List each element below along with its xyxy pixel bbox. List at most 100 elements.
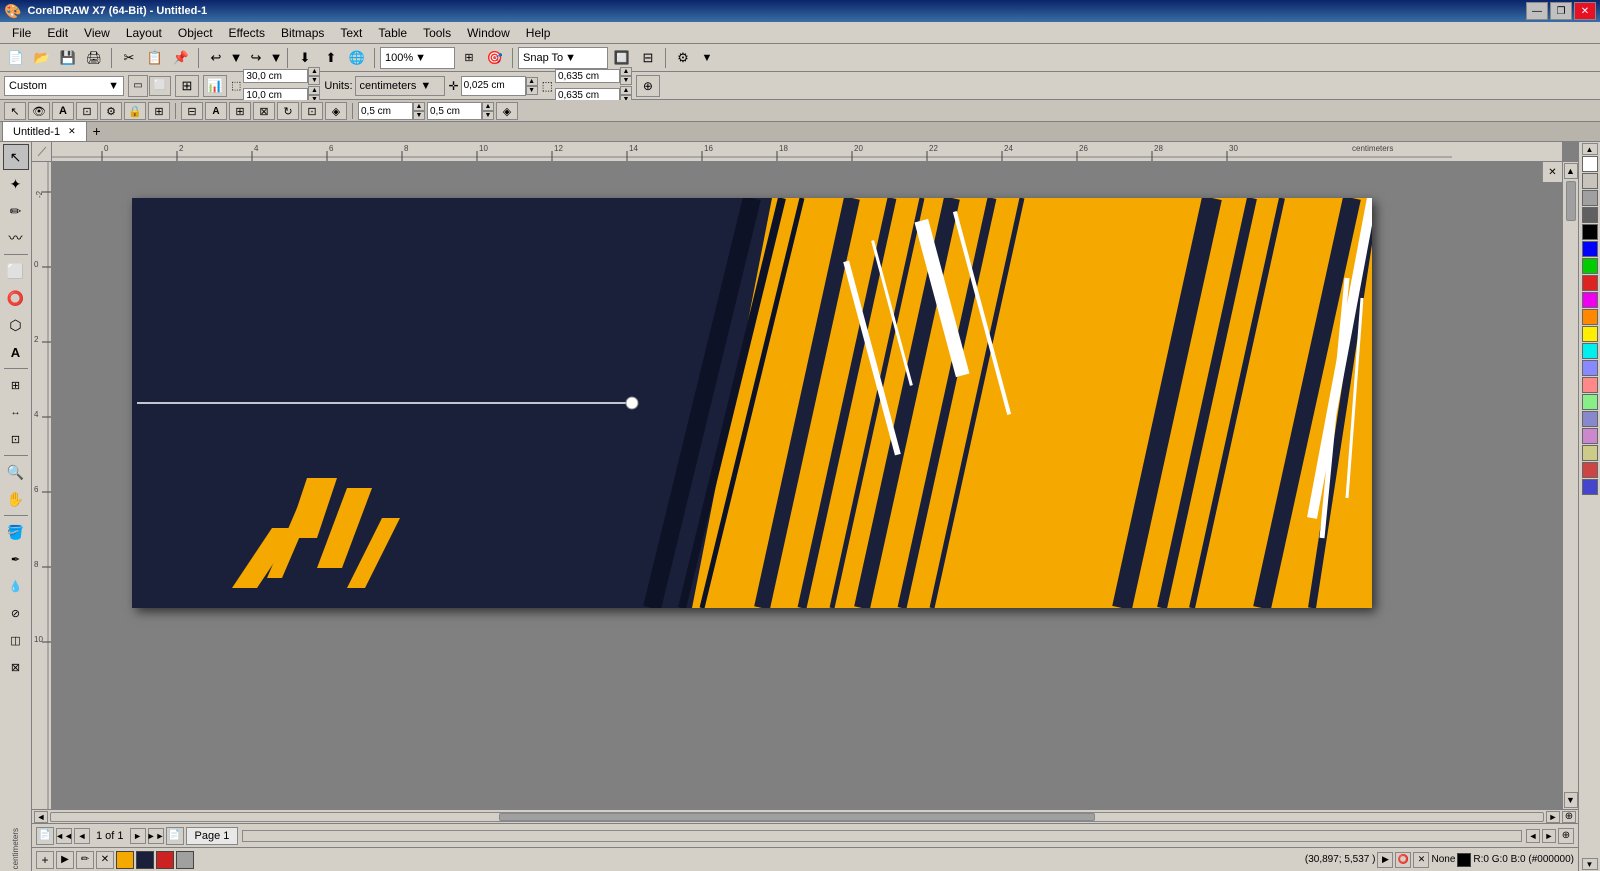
posx-down[interactable]: ▼ [413,111,425,120]
stop-btn[interactable]: ✕ [1413,852,1429,868]
restore-button[interactable]: ❐ [1550,2,1572,20]
page-first-btn[interactable]: ◄◄ [56,828,72,844]
width-down[interactable]: ▼ [308,76,320,85]
redo-button[interactable]: ↪ [244,47,268,69]
align-button[interactable]: ⊟ [636,47,660,69]
redo-arrow[interactable]: ▼ [270,47,282,69]
scroll-down-btn[interactable]: ▼ [1564,792,1578,808]
new-button[interactable]: 📄 [4,47,28,69]
tab-add-button[interactable]: + [87,121,107,141]
height-up[interactable]: ▲ [308,86,320,95]
page-tab-1[interactable]: Page 1 [186,827,239,845]
group-btn1[interactable]: ⊞ [148,102,170,120]
page-style-dropdown[interactable]: Custom ▼ [4,76,124,96]
shadow-tool[interactable]: ◫ [3,627,29,653]
width-up[interactable]: ▲ [308,67,320,76]
import-button[interactable]: ⬇ [293,47,317,69]
cut-button[interactable]: ✂ [117,47,141,69]
scroll-thumb-v[interactable] [1566,181,1576,221]
h-scroll-thumb[interactable] [50,812,1544,822]
swatch-lightred[interactable] [1582,377,1598,393]
extra-btn[interactable]: ◈ [496,102,518,120]
menu-object[interactable]: Object [170,22,221,44]
blend-tool[interactable]: ⊘ [3,600,29,626]
swatch-gray[interactable] [1582,190,1598,206]
swatch-pink[interactable] [1582,428,1598,444]
posx-up[interactable]: ▲ [413,102,425,111]
tool-options[interactable]: ▼ [697,47,717,69]
table-tool[interactable]: ⊞ [3,372,29,398]
publish-button[interactable]: 🌐 [345,47,369,69]
color-swatch3[interactable] [156,851,174,869]
hand-tool[interactable]: ✋ [3,486,29,512]
pencil-btn[interactable]: ✏ [76,851,94,869]
options-button[interactable]: ⚙ [671,47,695,69]
dimension-tool[interactable]: ↔ [3,399,29,425]
swatch-lightblue[interactable] [1582,360,1598,376]
right-scrollbar[interactable]: ▲ ▼ [1562,162,1578,809]
snap-to-dropdown[interactable]: Snap To ▼ [518,47,608,69]
swatch-cyan[interactable] [1582,343,1598,359]
delete-btn[interactable]: ✕ [96,851,114,869]
zoom-dropdown[interactable]: 100% ▼ [380,47,455,69]
swatch-white[interactable] [1582,156,1598,172]
connector-tool[interactable]: ⊡ [3,426,29,452]
color-swatch2[interactable] [136,851,154,869]
swatch-periwinkle[interactable] [1582,411,1598,427]
page-options2[interactable]: 📊 [203,75,227,97]
minimize-button[interactable]: — [1526,2,1548,20]
dim2x-down[interactable]: ▼ [620,76,632,85]
menu-text[interactable]: Text [332,22,370,44]
dim2y-up[interactable]: ▲ [620,86,632,95]
scroll-left-btn[interactable]: ◄ [34,811,48,823]
play-btn[interactable]: ▶ [56,851,74,869]
undo-button[interactable]: ↩ [204,47,228,69]
units-dropdown[interactable]: centimeters ▼ [355,76,445,96]
page-scrollbar[interactable] [242,830,1522,842]
ellipse-tool[interactable]: ⭕ [3,285,29,311]
export-button[interactable]: ⬆ [319,47,343,69]
skew-btn[interactable]: ◈ [325,102,347,120]
scale-btn[interactable]: ⊡ [301,102,323,120]
swatch-green[interactable] [1582,258,1598,274]
zoom-tool[interactable]: 🔍 [3,459,29,485]
menu-table[interactable]: Table [370,22,415,44]
menu-file[interactable]: File [4,22,39,44]
page-scroll-right[interactable]: ► [1542,829,1556,843]
menu-help[interactable]: Help [518,22,559,44]
freehand-tool[interactable]: ✏ [3,198,29,224]
polygon-tool[interactable]: ⬡ [3,312,29,338]
shape-edit-tool[interactable]: ✦ [3,171,29,197]
text-btn2[interactable]: A [52,102,74,120]
menu-effects[interactable]: Effects [221,22,273,44]
palette-scroll-down[interactable]: ▼ [1582,858,1598,870]
scroll-right-btn[interactable]: ► [1546,811,1560,823]
print-button[interactable]: 🖨 [82,47,106,69]
menu-layout[interactable]: Layout [118,22,170,44]
play-status-btn[interactable]: ▶ [1377,852,1393,868]
swatch-darkgray[interactable] [1582,207,1598,223]
page-width-input[interactable]: 30,0 cm [243,69,308,83]
portrait-icon[interactable]: ▭ [128,75,148,97]
swatch-yellow[interactable] [1582,326,1598,342]
pos-y-input[interactable]: 0,5 cm [427,102,482,120]
menu-tools[interactable]: Tools [415,22,459,44]
select-tool[interactable]: ↖ [3,144,29,170]
swatch-black[interactable] [1582,224,1598,240]
copy-button[interactable]: 📋 [143,47,167,69]
add-layer-btn[interactable]: + [36,851,54,869]
posy-up[interactable]: ▲ [482,102,494,111]
color-swatch1[interactable] [116,851,134,869]
transform-tool[interactable]: ⊠ [3,654,29,680]
color-swatch4[interactable] [176,851,194,869]
landscape-icon[interactable]: ⬜ [149,76,171,96]
posy-down[interactable]: ▼ [482,111,494,120]
tab-untitled1[interactable]: Untitled-1 ✕ [2,121,87,141]
page-next-btn[interactable]: ► [130,828,146,844]
open-button[interactable]: 📂 [30,47,54,69]
page-prev-btn[interactable]: ◄ [74,828,90,844]
nudge-up[interactable]: ▲ [526,77,538,86]
palette-scroll-up[interactable]: ▲ [1582,143,1598,155]
workspace[interactable]: ✕ [52,162,1562,809]
zoom-fit-button[interactable]: ⊞ [457,47,481,69]
